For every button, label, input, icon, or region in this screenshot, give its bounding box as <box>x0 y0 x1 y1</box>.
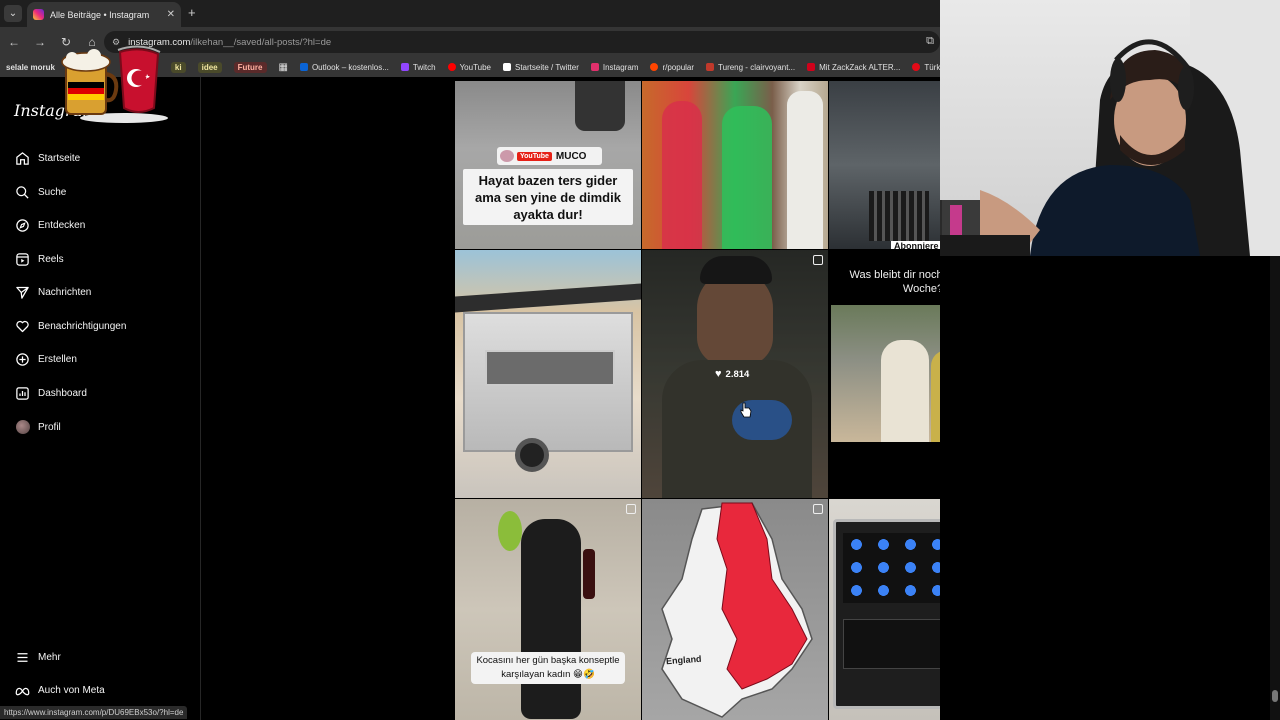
back-icon[interactable]: ← <box>2 35 26 49</box>
install-app-icon[interactable]: ⧉ <box>926 35 934 48</box>
instagram-sidebar: Instagram Startseite Suche Entdecken Ree… <box>0 77 201 720</box>
zackzack-icon <box>807 63 816 71</box>
post-tile-7[interactable]: Kocasını her gün başka konseptle karşıla… <box>455 499 641 720</box>
sidebar-item-more[interactable]: Mehr <box>14 645 61 669</box>
tab-title: Alle Beiträge • Instagram <box>50 9 150 20</box>
reels-icon <box>14 251 31 268</box>
heart-icon: ♥ <box>715 368 722 380</box>
twitch-icon <box>400 63 409 71</box>
instagram-favicon-icon <box>33 9 44 20</box>
bookmark-folder-ki[interactable]: ki <box>170 61 186 73</box>
post-tile-4[interactable] <box>455 250 641 498</box>
instagram-icon <box>590 63 599 71</box>
sidebar-item-search[interactable]: Suche <box>14 180 66 204</box>
reel-indicator-icon <box>813 255 823 265</box>
likes-overlay: ♥ 2.814 <box>715 368 750 380</box>
plus-icon <box>14 351 31 368</box>
sidebar-item-explore[interactable]: Entdecken <box>14 213 85 237</box>
chevron-down-icon[interactable]: ⌄ <box>4 5 22 22</box>
bookmark-youtube[interactable]: YouTube <box>447 63 491 72</box>
right-empty-area <box>940 256 1280 720</box>
avatar <box>14 419 31 436</box>
sidebar-item-home[interactable]: Startseite <box>14 146 80 170</box>
post-tile-5[interactable]: ♥ 2.814 <box>642 250 828 498</box>
link-status-bar: https://www.instagram.com/p/DU69EBx53o/?… <box>0 706 188 719</box>
bookmark-tureng[interactable]: Tureng - clairvoyant... <box>706 63 795 72</box>
sidebar-item-create[interactable]: Erstellen <box>14 347 77 371</box>
youtube-channel-badge: YouTube MUCO <box>497 147 602 165</box>
beer-tea-mascot-image <box>61 45 168 123</box>
close-icon[interactable]: ✕ <box>167 9 175 20</box>
search-icon <box>14 184 31 201</box>
compass-icon <box>14 217 31 234</box>
post-caption: Kocasını her gün başka konseptle karşıla… <box>471 652 625 684</box>
sidebar-item-dashboard[interactable]: Dashboard <box>14 381 87 405</box>
post-tile-8[interactable]: England <box>642 499 828 720</box>
sidebar-item-reels[interactable]: Reels <box>14 247 64 271</box>
address-bar[interactable]: ⚙ instagram.com/ilkehan__/saved/all-post… <box>104 31 940 53</box>
post-tile-1[interactable]: YouTube MUCO Hayat bazen ters gider ama … <box>455 81 641 249</box>
dashboard-icon <box>14 385 31 402</box>
heart-icon <box>14 318 31 335</box>
scrollbar-thumb[interactable] <box>1272 690 1278 702</box>
home-icon <box>14 150 31 167</box>
sidebar-item-messages[interactable]: Nachrichten <box>14 280 91 304</box>
youtube-icon <box>447 63 456 71</box>
new-tab-icon[interactable]: + <box>188 5 196 20</box>
sidebar-item-profile[interactable]: Profil <box>14 415 61 439</box>
bookmark-selale-moruk[interactable]: selale moruk <box>6 63 55 72</box>
bookmark-turk[interactable]: Türk <box>912 63 940 72</box>
post-tile-2[interactable] <box>642 81 828 249</box>
bookmark-reddit[interactable]: r/popular <box>650 63 694 72</box>
tureng-icon <box>706 63 715 71</box>
bookmark-zackzack[interactable]: Mit ZackZack ALTER... <box>807 63 900 72</box>
sidebar-item-meta[interactable]: Auch von Meta <box>14 678 105 702</box>
bookmark-twitch[interactable]: Twitch <box>400 63 436 72</box>
turk-icon <box>912 63 921 71</box>
post-tile-3[interactable]: Abonniere <box>829 81 940 249</box>
map-of-england <box>661 502 813 718</box>
reddit-icon <box>650 63 659 71</box>
browser-tab-bar: ⌄ Alle Beiträge • Instagram ✕ + <box>0 0 940 27</box>
outlook-icon <box>299 63 308 71</box>
apps-grid-icon[interactable]: ▦ <box>279 62 288 73</box>
bookmark-folder-idee[interactable]: idee <box>197 61 222 73</box>
x-icon <box>503 63 511 71</box>
bookmark-instagram[interactable]: Instagram <box>590 63 638 72</box>
bookmark-outlook[interactable]: Outlook – kostenlos... <box>299 63 389 72</box>
reel-indicator-icon <box>626 504 636 514</box>
forward-icon[interactable]: → <box>28 35 52 49</box>
post-caption: Abonniere <box>891 241 940 249</box>
menu-icon <box>14 649 31 666</box>
cursor-hand-icon <box>740 402 752 418</box>
sidebar-item-notifications[interactable]: Benachrichtigungen <box>14 314 126 338</box>
bookmark-twitter[interactable]: Startseite / Twitter <box>503 63 579 72</box>
meta-icon <box>14 682 31 699</box>
webcam-feed <box>940 0 1280 256</box>
bookmark-folder-future[interactable]: Future <box>233 61 267 73</box>
send-icon <box>14 284 31 301</box>
post-caption: Hayat bazen ters gider ama sen yine de d… <box>463 169 633 225</box>
scrollbar[interactable] <box>1270 256 1280 720</box>
browser-tab[interactable]: Alle Beiträge • Instagram ✕ <box>27 2 181 27</box>
